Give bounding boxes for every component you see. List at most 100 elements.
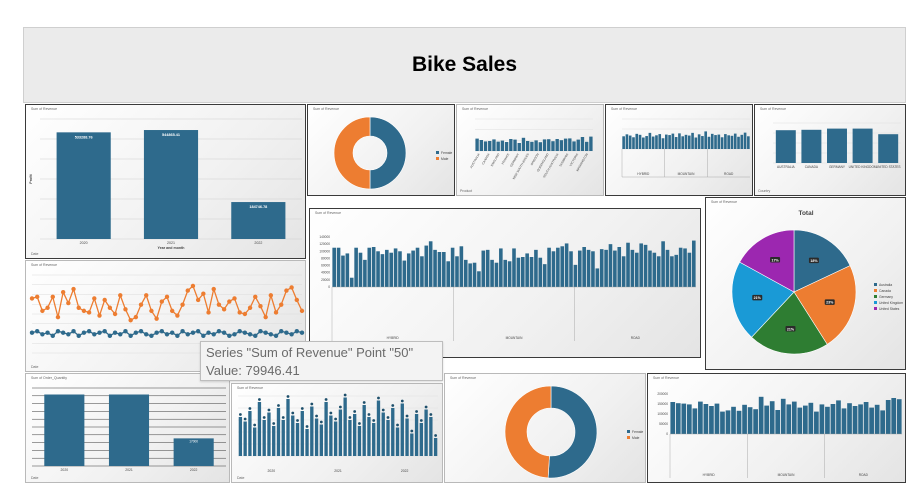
series-point (227, 299, 232, 304)
y-tick-label: 50000 (659, 422, 668, 426)
state-bar-23 (433, 249, 437, 287)
state-bar-52 (560, 246, 565, 287)
filter-date-2[interactable]: Date (31, 365, 38, 369)
y-tick-label: 60000 (321, 264, 330, 268)
state-bar-74 (656, 256, 661, 287)
series-point (206, 310, 211, 315)
gender-donut-panel[interactable]: Sum of Revenue Female Male (307, 104, 455, 196)
product2-bar-5 (638, 134, 642, 149)
revenue-by-state-chart: 0 20000 40000 60000 80000 100000 120000 140000 H… (319, 235, 696, 341)
product-bars-panel-2[interactable]: Sum of Revenue HYBRID MOUNTAIN ROAD (605, 104, 753, 196)
month-bar-24 (353, 414, 357, 456)
revenue-bottom-bar-9 (720, 411, 725, 434)
series-point (66, 332, 71, 337)
gender-donut-panel-2[interactable]: Sum of Revenue Female Male (444, 373, 646, 483)
series-point (273, 333, 279, 339)
state-bar-22 (428, 241, 433, 287)
month-bar-30 (381, 412, 385, 456)
state-bar-73 (652, 252, 657, 287)
state-bar-4 (349, 277, 354, 287)
series-point (40, 308, 45, 314)
product2-bar-11 (658, 134, 662, 149)
x-tick-label: 2022 (401, 469, 409, 473)
series-point (185, 332, 190, 337)
country-pie-panel[interactable]: Sum of Revenue Total 18% 23% 21% 21% 17% Austr… (705, 197, 906, 370)
product-bars-panel-1[interactable]: Sum of Revenue AUSTRALIA CANADA ENGLAND FRA… (456, 104, 604, 196)
revenue-by-state-panel[interactable]: Sum of Revenue 0 20000 40000 60000 80000 1000… (309, 208, 701, 358)
filter-date[interactable]: Date (31, 252, 38, 256)
month-bar-10 (286, 399, 290, 456)
series-point (247, 332, 253, 337)
series-point (221, 307, 227, 312)
revenue-bottom-bar-35 (863, 402, 869, 434)
series-point (175, 313, 180, 318)
state-bar-77 (670, 256, 674, 287)
revenue-bars-bottom-panel[interactable]: Sum of Revenue 0 50000 100000 150000 200000 H… (647, 373, 906, 483)
state-bar-66 (621, 256, 626, 287)
filter-date-3[interactable]: Date (31, 476, 38, 480)
state-bar-43 (520, 257, 525, 287)
series-point (123, 328, 128, 334)
x-tick-label: ENGLAND (490, 152, 501, 167)
product2-bar-27 (710, 133, 714, 149)
product2-bar-21 (691, 132, 694, 149)
revenue-bottom-bar-2 (681, 403, 687, 434)
country-bars-panel[interactable]: Sum of Revenue AUSTRALIA CANADA GERMANY UNI… (754, 104, 906, 196)
yearly-quantity-panel[interactable]: Sum of Order_Quantity 2020 2021 17000 2022 … (25, 373, 230, 483)
state-bar-3 (345, 253, 350, 287)
product-bar-21 (563, 138, 568, 151)
series-point (154, 316, 159, 321)
month-bar-29 (376, 400, 381, 456)
series-point (107, 305, 113, 310)
bar-value-marker (319, 420, 323, 424)
series-point (45, 305, 50, 310)
bar-value-marker (434, 434, 438, 437)
state-bar-67 (626, 242, 630, 287)
country-bars-chart: AUSTRALIA CANADA GERMANY UNITED KINGDOM UNIT… (773, 122, 901, 169)
state-bar-1 (336, 247, 341, 287)
bar-value-marker (343, 393, 347, 397)
bar-value-marker (296, 419, 299, 422)
product-bar-13 (530, 141, 534, 151)
x-tick-label: CANADA (805, 165, 819, 169)
state-bar-32 (472, 262, 477, 287)
month-bar-31 (386, 420, 390, 456)
series-point (299, 330, 305, 335)
bar-value-marker (267, 408, 271, 412)
tooltip-value: Value: 79946.41 (206, 363, 300, 378)
bar-value-marker (429, 413, 433, 416)
month-bar-6 (267, 412, 271, 456)
series-point (242, 330, 248, 335)
month-bars-panel[interactable]: Sum of Revenue 2020 2021 2022 Date (231, 383, 443, 483)
product2-bar-17 (678, 133, 681, 149)
state-bar-29 (459, 246, 464, 287)
product2-bar-7 (645, 136, 648, 149)
revenue-bottom-bar-10 (725, 410, 731, 434)
series-point (92, 296, 97, 301)
dashboard-header: Bike Sales (23, 27, 906, 103)
month-bar-0 (238, 417, 243, 456)
series-point (195, 297, 201, 303)
filter-country[interactable]: Country (758, 189, 770, 193)
bar-value-label: 17000 (189, 439, 198, 443)
y-tick-label: 100000 (319, 249, 330, 253)
revenue-bottom-bar-14 (747, 407, 753, 434)
bar-value-marker (362, 401, 366, 404)
product-bar-22 (568, 138, 572, 151)
state-bar-27 (450, 247, 455, 287)
month-bar-34 (400, 403, 404, 456)
state-bar-47 (538, 257, 543, 287)
revenue-bottom-bar-23 (797, 407, 803, 434)
pie-value-label: 17% (771, 258, 779, 262)
x-tick-label: AUSTRALIA (469, 153, 481, 169)
series-point (133, 314, 139, 320)
month-bar-9 (281, 420, 285, 456)
product2-bar-12 (661, 138, 665, 149)
revenue-bottom-bar-21 (786, 404, 792, 434)
filter-date-4[interactable]: Date (237, 476, 244, 480)
y-tick-label: 0 (328, 285, 330, 289)
yearly-revenue-panel[interactable]: Sum of Revenue 533288.76 2020 544865.41 202… (25, 104, 306, 259)
series-point (211, 286, 216, 292)
series-point (169, 308, 175, 314)
filter-product[interactable]: Product (460, 189, 472, 193)
